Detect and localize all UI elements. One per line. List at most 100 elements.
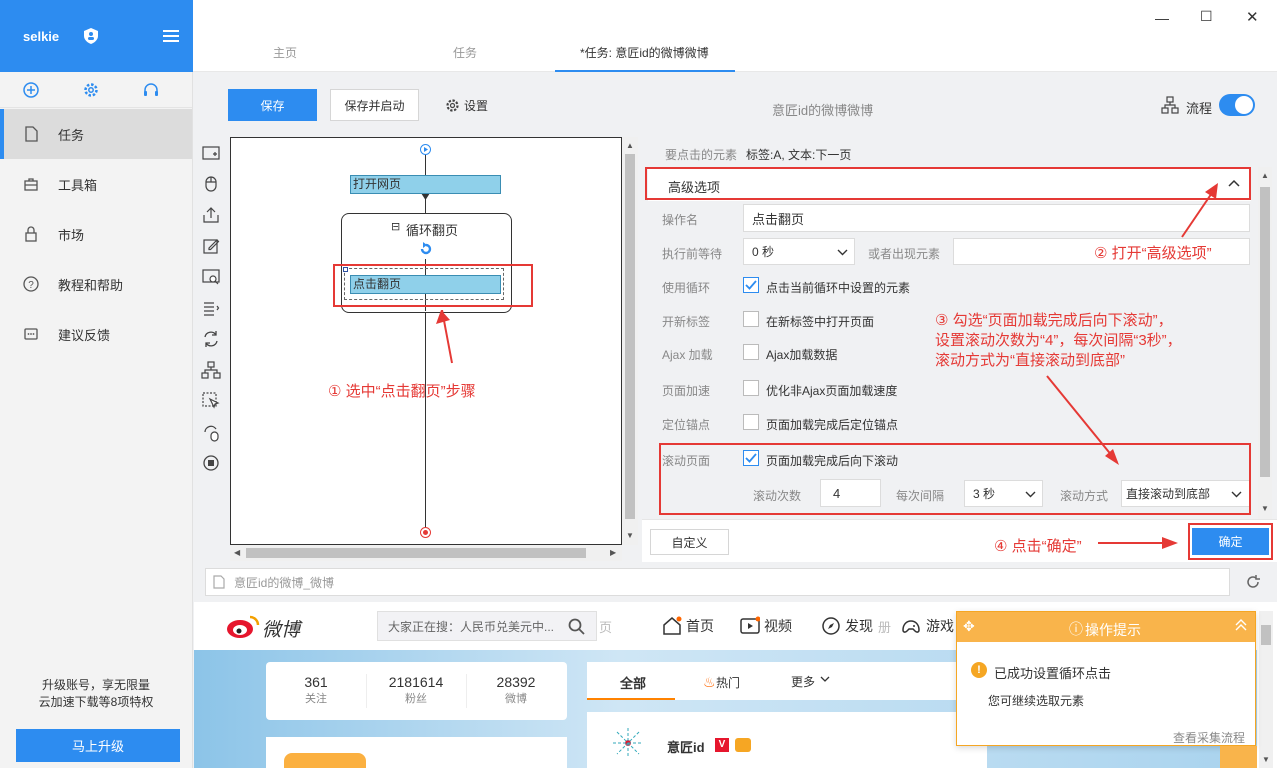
mouse-icon[interactable] [201,174,221,194]
sidebar-item-toolbox[interactable]: 工具箱 [0,159,192,209]
feed-tab-indicator [587,698,675,700]
annotation-step2: ② 打开“高级选项” [1094,245,1212,262]
search-icon[interactable] [568,618,585,635]
tab-tasks[interactable]: 任务 [453,44,477,61]
page-scroll-thumb[interactable] [1261,625,1271,645]
end-icon [420,527,431,538]
scroll-left-icon[interactable]: ◀ [234,548,240,557]
ajax-checkbox-label: Ajax加载数据 [766,348,838,362]
highlight-step1 [333,264,533,307]
step3-line-1: ③ 勾选“页面加载完成后向下滚动”， [935,312,1173,329]
sidebar-item-help[interactable]: ? 教程和帮助 [0,259,192,309]
close-button[interactable]: ✕ [1246,8,1259,26]
stat-posts[interactable]: 28392 微博 [466,674,566,706]
partial-text: 页 [599,620,613,635]
page-vscroll[interactable]: ▼ [1259,611,1273,768]
brand-header: selkie [0,0,193,72]
stat-number: 361 [304,674,328,690]
canvas-vscroll[interactable]: ▲ ▼ [622,137,638,545]
list-icon[interactable] [201,298,221,318]
loop-icon[interactable] [201,329,221,349]
panel-scroll-thumb[interactable] [1260,187,1270,477]
url-input[interactable]: 意匠id的微博_微博 [205,568,1230,596]
stop-icon[interactable] [201,453,221,473]
scroll-down-icon[interactable]: ▼ [1262,755,1270,764]
loop-label: 循环翻页 [406,223,459,238]
game-icon [900,616,922,636]
edit-icon[interactable] [201,236,221,256]
ajax-checkbox[interactable] [743,344,759,360]
orange-button-partial[interactable] [1220,746,1257,768]
menu-icon[interactable] [163,30,179,42]
weibo-nav-discover[interactable]: 发现 [821,616,873,636]
user-name[interactable]: 意匠id [667,737,705,756]
op-name-input[interactable]: 点击翻页 [743,204,1250,232]
minimize-button[interactable]: — [1155,10,1169,26]
refresh-icon[interactable] [1245,574,1261,590]
gear-icon[interactable] [83,82,99,98]
headset-icon[interactable] [143,82,159,98]
avatar[interactable] [611,726,645,760]
add-icon[interactable] [23,82,39,98]
ok-button[interactable]: 确定 [1192,528,1269,555]
export-icon[interactable] [201,205,221,225]
scroll-up-icon[interactable]: ▲ [1261,171,1269,180]
feed-tab-hot[interactable]: 热门 [716,674,740,691]
scroll-down-icon[interactable]: ▼ [1261,504,1269,513]
orange-tag [284,753,366,768]
anchor-label: 定位锚点 [662,418,711,432]
flow-line [425,152,426,534]
loop-checkbox[interactable] [743,277,759,293]
weibo-search[interactable]: 大家正在搜：人民币兑美元中... [377,611,597,641]
stat-number: 28392 [496,674,536,690]
hscroll-thumb[interactable] [246,548,586,558]
canvas-hscroll[interactable]: ◀ ▶ [230,545,622,561]
feed-tab-all[interactable]: 全部 [620,673,646,692]
chat-icon [22,325,40,343]
stat-label: 微博 [505,693,527,705]
scroll-thumb[interactable] [625,154,635,519]
scroll-down-icon[interactable]: ▼ [626,531,634,540]
stat-follow[interactable]: 361 关注 [266,674,366,706]
upgrade-button[interactable]: 马上升级 [16,729,180,762]
flow-toggle[interactable] [1219,94,1255,116]
custom-button[interactable]: 自定义 [650,529,729,555]
branch-icon[interactable] [201,360,221,380]
sidebar-item-market[interactable]: 市场 [0,209,192,259]
stat-fans[interactable]: 2181614 粉丝 [366,674,466,706]
move-icon[interactable]: ✥ [963,618,975,635]
tip-flow-link[interactable]: 查看采集流程 [1173,729,1245,746]
maximize-button[interactable]: ☐ [1200,8,1213,25]
loop-icon [419,242,433,256]
info-icon: ⓘ [1069,621,1083,637]
refresh-mouse-icon[interactable] [201,422,221,442]
speed-checkbox[interactable] [743,380,759,396]
task-title: 意匠id的微博微博 [772,103,874,118]
tab-current-task[interactable]: *任务: 意匠id的微博微博 [580,44,709,61]
save-button[interactable]: 保存 [228,89,317,121]
settings-button[interactable]: 设置 [445,97,488,114]
chevron-up-double-icon[interactable] [1235,618,1247,632]
video-icon [740,616,760,636]
step-open-page[interactable]: 打开网页 [350,175,501,194]
weibo-nav-home[interactable]: 首页 [662,616,714,636]
toolbox-icon [22,175,40,193]
sidebar-item-tasks[interactable]: 任务 [0,109,192,159]
anchor-checkbox[interactable] [743,414,759,430]
loop-collapse-toggle[interactable]: ⊟ [391,220,400,233]
search-code-icon[interactable] [201,267,221,287]
panel-vscroll[interactable]: ▲ ▼ [1258,167,1272,519]
ajax-label: Ajax 加载 [662,348,713,362]
scroll-up-icon[interactable]: ▲ [626,141,634,150]
weibo-nav-video[interactable]: 视频 [740,616,792,636]
wait-select[interactable]: 0 秒 [743,238,855,265]
tab-home[interactable]: 主页 [273,44,297,61]
feed-tab-more[interactable]: 更多 [791,673,815,690]
save-start-button[interactable]: 保存并启动 [330,89,419,121]
weibo-nav-game[interactable]: 游戏 [900,616,954,636]
newtab-checkbox[interactable] [743,311,759,327]
add-step-icon[interactable] [201,143,221,163]
scroll-right-icon[interactable]: ▶ [610,548,616,557]
cursor-select-icon[interactable] [201,391,221,411]
sidebar-item-feedback[interactable]: 建议反馈 [0,309,192,359]
